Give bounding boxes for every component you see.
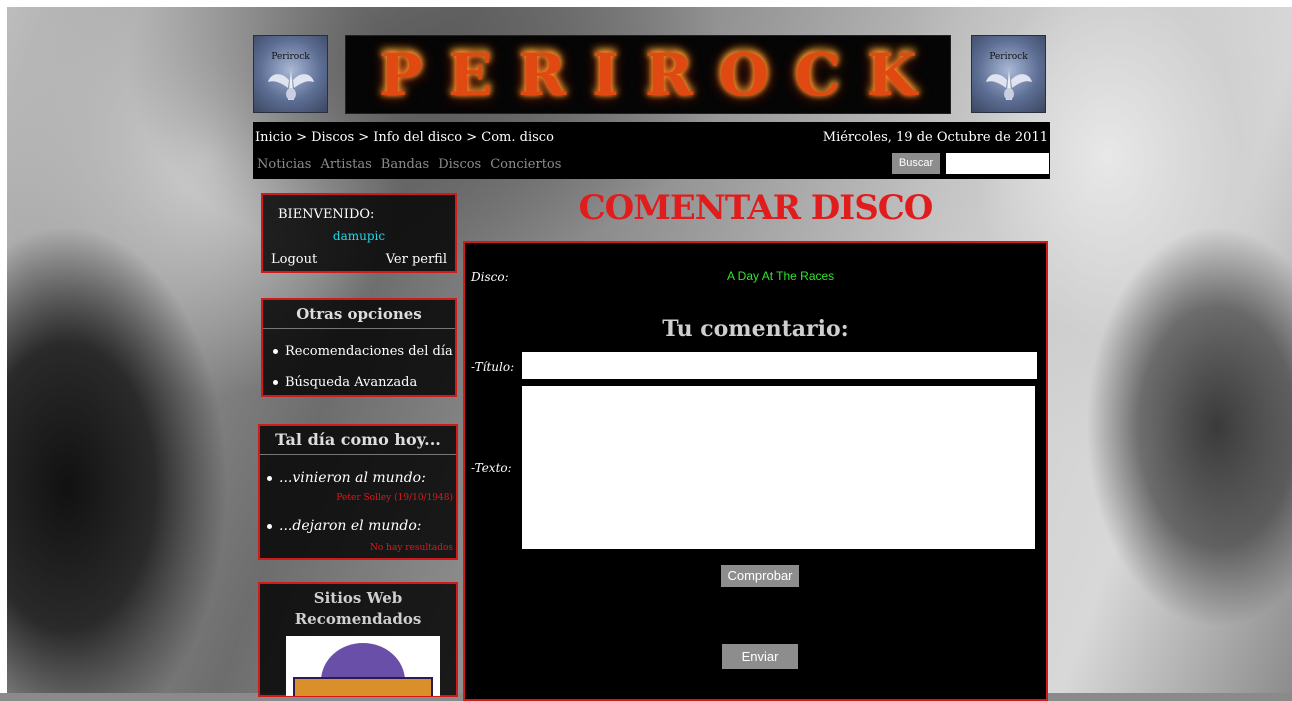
menu-item-noticias[interactable]: Noticias bbox=[257, 157, 311, 172]
menu-item-discos[interactable]: Discos bbox=[438, 157, 481, 172]
logo-left-text: Perirock bbox=[271, 52, 310, 62]
menu-item-conciertos[interactable]: Conciertos bbox=[490, 157, 561, 172]
menu-item-artistas[interactable]: Artistas bbox=[320, 157, 371, 172]
search-button[interactable]: Buscar bbox=[892, 153, 940, 174]
option-label: Búsqueda Avanzada bbox=[285, 375, 418, 390]
title-field[interactable] bbox=[522, 352, 1037, 379]
died-label-text: ...dejaron el mundo: bbox=[279, 518, 422, 534]
bullet-icon bbox=[273, 349, 278, 354]
born-value[interactable]: Peter Solley (19/10/1948) bbox=[336, 493, 453, 503]
main-menu: Noticias Artistas Bandas Discos Conciert… bbox=[257, 157, 561, 172]
disco-label: Disco: bbox=[471, 270, 509, 284]
search-input[interactable] bbox=[946, 153, 1049, 174]
check-button[interactable]: Comprobar bbox=[721, 565, 799, 587]
winged-guitar-icon bbox=[985, 70, 1032, 100]
banner-letter: K bbox=[866, 40, 918, 109]
born-label-text: ...vinieron al mundo: bbox=[279, 470, 426, 486]
logout-link[interactable]: Logout bbox=[271, 252, 317, 267]
left-frame bbox=[0, 0, 7, 693]
site-banner[interactable]: P E R I R O C K bbox=[345, 35, 951, 114]
view-profile-link[interactable]: Ver perfil bbox=[386, 252, 447, 267]
today-in-history-box: Tal día como hoy... ...vinieron al mundo… bbox=[258, 424, 458, 560]
banner-letter: P bbox=[378, 40, 423, 109]
logo-left[interactable]: Perirock bbox=[253, 35, 328, 113]
option-label: Recomendaciones del día bbox=[285, 344, 453, 359]
bullet-icon bbox=[267, 475, 272, 481]
logo-right-text: Perirock bbox=[989, 52, 1028, 62]
other-options-box: Otras opciones Recomendaciones del día B… bbox=[261, 298, 457, 397]
page-title: COMENTAR DISCO bbox=[578, 188, 934, 228]
banner-letter: R bbox=[644, 40, 693, 109]
died-label: ...dejaron el mundo: bbox=[267, 518, 422, 534]
other-options-title: Otras opciones bbox=[263, 300, 455, 329]
menu-item-bandas[interactable]: Bandas bbox=[381, 157, 429, 172]
today-title: Tal día como hoy... bbox=[260, 426, 456, 455]
logo-right[interactable]: Perirock bbox=[971, 35, 1046, 113]
welcome-title: BIENVENIDO: bbox=[278, 207, 375, 222]
welcome-box: BIENVENIDO: damupic Logout Ver perfil bbox=[261, 193, 457, 273]
current-date: Miércoles, 19 de Octubre de 2011 bbox=[822, 130, 1048, 145]
nav-bar: Inicio > Discos > Info del disco > Com. … bbox=[253, 122, 1050, 179]
recommended-sites-box: Sitios Web Recomendados bbox=[258, 582, 458, 701]
banner-letter: O bbox=[718, 40, 770, 109]
banner-letter: C bbox=[794, 40, 841, 109]
prog-archives-icon bbox=[293, 643, 433, 701]
texto-label: -Texto: bbox=[471, 461, 512, 475]
breadcrumb[interactable]: Inicio > Discos > Info del disco > Com. … bbox=[255, 130, 554, 145]
titulo-label: -Título: bbox=[471, 360, 515, 374]
banner-letter: E bbox=[448, 40, 493, 109]
born-label: ...vinieron al mundo: bbox=[267, 470, 426, 486]
bullet-icon bbox=[267, 523, 272, 529]
prog-archives-logo[interactable] bbox=[286, 636, 440, 701]
banner-letter: R bbox=[518, 40, 567, 109]
comment-form-box: Disco: A Day At The Races Tu comentario:… bbox=[463, 241, 1048, 701]
died-value: No hay resultados bbox=[370, 543, 453, 553]
recommended-sites-title: Sitios Web Recomendados bbox=[294, 589, 422, 628]
comment-text-area[interactable] bbox=[522, 386, 1035, 549]
username: damupic bbox=[332, 229, 386, 243]
banner-letter: I bbox=[591, 40, 620, 109]
winged-guitar-icon bbox=[267, 70, 314, 100]
send-button[interactable]: Enviar bbox=[722, 644, 798, 669]
bullet-icon bbox=[273, 380, 278, 385]
comment-heading: Tu comentario: bbox=[662, 316, 849, 342]
top-frame bbox=[0, 0, 1292, 7]
disco-value[interactable]: A Day At The Races bbox=[727, 269, 834, 283]
option-advanced-search[interactable]: Búsqueda Avanzada bbox=[273, 375, 417, 390]
option-recommendations[interactable]: Recomendaciones del día bbox=[273, 344, 453, 359]
